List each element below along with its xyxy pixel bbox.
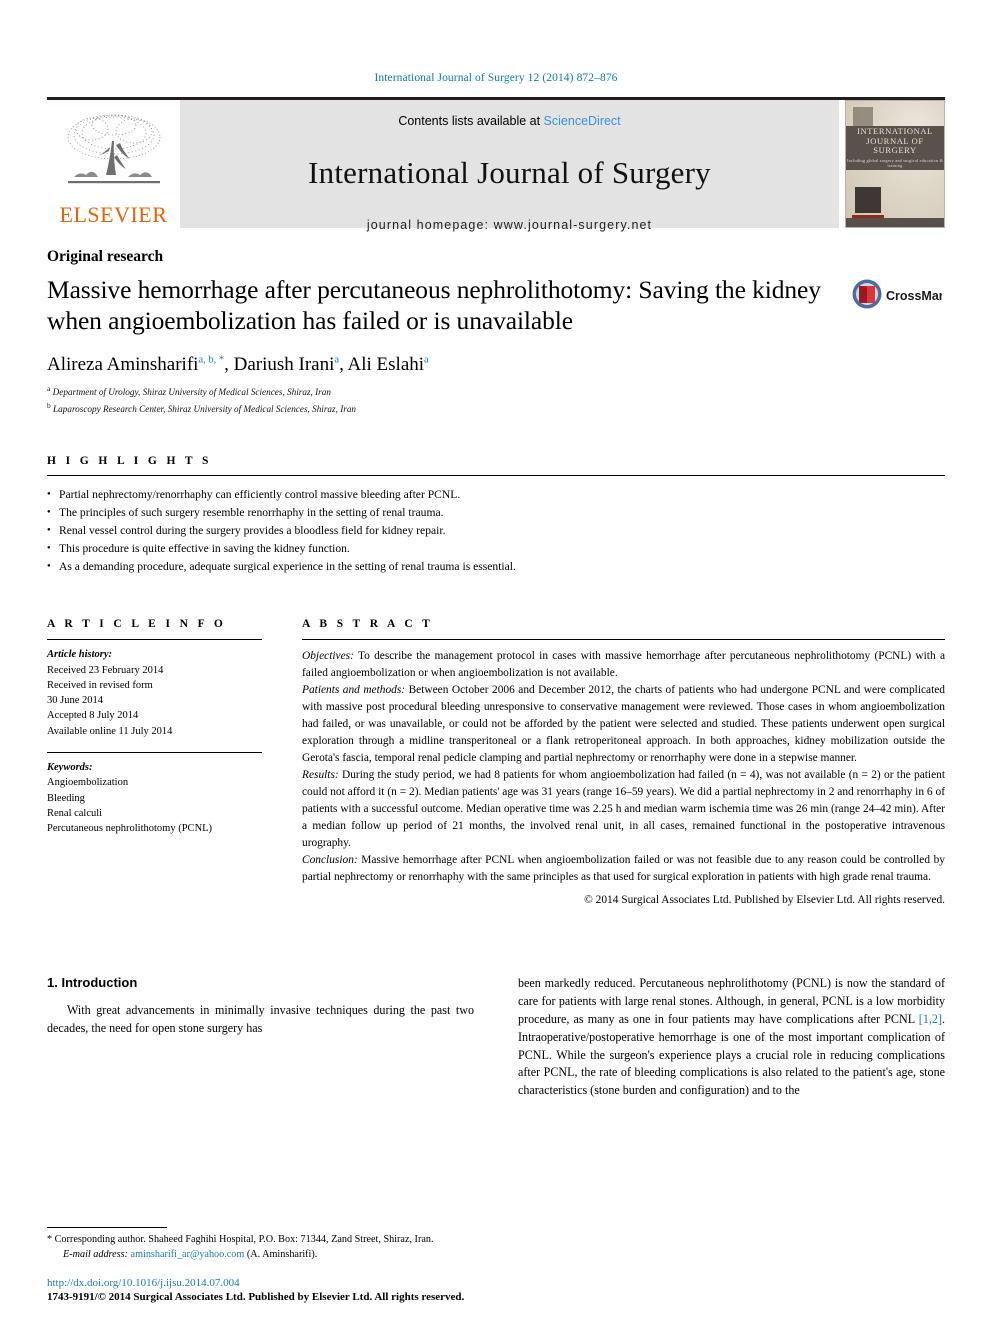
keywords-label: Keywords: (47, 762, 93, 774)
journal-title: International Journal of Surgery (308, 155, 711, 190)
abstract-body: Objectives: To describe the management p… (302, 640, 945, 909)
body-column-right: been markedly reduced. Percutaneous neph… (518, 975, 945, 1100)
list-item: Partial nephrectomy/renorrhaphy can effi… (47, 486, 945, 504)
contents-available-line: Contents lists available at ScienceDirec… (398, 114, 620, 128)
abstract-section-methods: Patients and methods: Between October 20… (302, 682, 945, 767)
email-link[interactable]: aminsharifi_ar@yahoo.com (131, 1249, 245, 1260)
list-item: This procedure is quite effective in sav… (47, 540, 945, 558)
running-head: International Journal of Surgery 12 (201… (374, 72, 618, 84)
elsevier-tree-icon (67, 114, 160, 184)
highlights-heading: H I G H L I G H T S (47, 454, 212, 467)
intro-paragraph-right: been markedly reduced. Percutaneous neph… (518, 975, 945, 1100)
article-info-heading: A R T I C L E I N F O (47, 618, 227, 631)
body-columns: 1. Introduction With great advancements … (47, 975, 945, 1100)
email-label: E-mail address: (63, 1249, 128, 1261)
journal-banner: ELSEVIER Contents lists available at Sci… (47, 97, 945, 232)
abstract-section-results: Results: During the study period, we had… (302, 767, 945, 852)
affiliation-0-text: Department of Urology, Shiraz University… (52, 387, 331, 398)
highlights-section: H I G H L I G H T S Partial nephrectomy/… (47, 455, 945, 576)
abstract-text-objectives: To describe the management protocol in c… (302, 650, 945, 680)
affiliation-1-mark: b (47, 401, 51, 411)
article-history-item: 30 June 2014 (47, 695, 103, 707)
author-0-name: Alireza Aminsharifi (47, 353, 199, 375)
author-2-marks[interactable]: a (424, 354, 429, 365)
abstract-copyright: © 2014 Surgical Associates Ltd. Publishe… (584, 893, 945, 906)
list-item: The principles of such surgery resemble … (47, 504, 945, 522)
doi-link[interactable]: http://dx.doi.org/10.1016/j.ijsu.2014.07… (47, 1276, 507, 1290)
affiliation-0-mark: a (47, 384, 51, 394)
journal-cover-thumbnail[interactable]: INTERNATIONAL JOURNAL OF SURGERY Includi… (845, 100, 945, 228)
abstract-text-results: During the study period, we had 8 patien… (302, 769, 945, 849)
list-item: Renal vessel control during the surgery … (47, 522, 945, 540)
cover-title-band: INTERNATIONAL JOURNAL OF SURGERY Includi… (846, 126, 944, 170)
author-0-marks[interactable]: a, b, * (198, 354, 224, 365)
keyword-item: Percutaneous nephrolithotomy (PCNL) (47, 823, 213, 835)
sciencedirect-link[interactable]: ScienceDirect (544, 114, 621, 128)
crossmark-badge[interactable]: CrossMark (849, 275, 945, 311)
elsevier-logo[interactable]: ELSEVIER (47, 100, 180, 228)
article-history-label: Article history: (47, 649, 113, 661)
section-heading-introduction: 1. Introduction (47, 974, 138, 990)
keyword-item: Angioembolization (47, 777, 129, 789)
journal-homepage-link[interactable]: journal homepage: www.journal-surgery.ne… (367, 218, 652, 232)
footnote-block: * Corresponding author. Shaheed Faghihi … (47, 1227, 467, 1263)
footnote-rule (47, 1227, 167, 1229)
cover-crest-icon (855, 187, 881, 213)
abstract-label-conclusion: Conclusion: (302, 853, 358, 866)
banner-center: Contents lists available at ScienceDirec… (180, 100, 839, 232)
article-history-item: Received in revised form (47, 679, 153, 691)
cover-subtitle: Including global surgery and surgical ed… (846, 158, 944, 169)
corresponding-author-note: * Corresponding author. Shaheed Faghihi … (47, 1234, 434, 1246)
highlights-list: Partial nephrectomy/renorrhaphy can effi… (47, 476, 945, 576)
article-type: Original research (47, 248, 164, 265)
info-abstract-block: A R T I C L E I N F O Article history: R… (47, 618, 945, 909)
abstract-heading: A B S T R A C T (302, 618, 434, 631)
abstract-label-objectives: Objectives: (302, 650, 354, 663)
abstract-label-methods: Patients and methods: (302, 684, 406, 697)
abstract-column: A B S T R A C T Objectives: To describe … (302, 618, 945, 909)
article-page: International Journal of Surgery 12 (201… (0, 0, 992, 1323)
keyword-item: Renal calculi (47, 808, 103, 820)
title-row: Massive hemorrhage after percutaneous ne… (47, 275, 945, 337)
cover-footer-bar (846, 218, 944, 227)
article-history-item: Available online 11 July 2014 (47, 725, 173, 737)
keyword-item: Bleeding (47, 792, 85, 804)
affiliations: a Department of Urology, Shiraz Universi… (47, 383, 945, 416)
article-history: Article history: Received 23 February 20… (47, 640, 262, 739)
body-column-left: 1. Introduction With great advancements … (47, 975, 474, 1100)
author-list: Alireza Aminsharifia, b, *, Dariush Iran… (47, 353, 429, 375)
svg-text:CrossMark: CrossMark (886, 289, 942, 303)
cover-publisher-mark (853, 107, 873, 127)
email-owner: (A. Aminsharifi). (246, 1249, 318, 1261)
crossmark-icon: CrossMark (852, 279, 942, 309)
keywords-group: Keywords: Angioembolization Bleeding Ren… (47, 753, 262, 837)
contents-prefix: Contents lists available at (398, 114, 544, 128)
citation-link[interactable]: [1,2] (919, 1012, 942, 1026)
email-note: E-mail address: aminsharifi_ar@yahoo.com… (47, 1248, 467, 1263)
article-history-item: Accepted 8 July 2014 (47, 710, 139, 722)
list-item: As a demanding procedure, adequate surgi… (47, 558, 945, 576)
elsevier-wordmark: ELSEVIER (59, 202, 168, 227)
intro-paragraph-left: With great advancements in minimally inv… (47, 1002, 474, 1035)
abstract-section-objectives: Objectives: To describe the management p… (302, 648, 945, 682)
intro-right-part1: been markedly reduced. Percutaneous neph… (518, 975, 945, 1026)
abstract-label-results: Results: (302, 769, 339, 782)
author-1-name: Dariush Irani (233, 353, 335, 375)
affiliation-1: b Laparoscopy Research Center, Shiraz Un… (47, 400, 945, 417)
affiliation-1-text: Laparoscopy Research Center, Shiraz Univ… (53, 404, 357, 415)
abstract-text-conclusion: Massive hemorrhage after PCNL when angio… (302, 853, 945, 883)
cover-title-line2: JOURNAL OF SURGERY (866, 135, 924, 156)
affiliation-0: a Department of Urology, Shiraz Universi… (47, 383, 945, 400)
issn-copyright-line: 1743-9191/© 2014 Surgical Associates Ltd… (47, 1291, 465, 1304)
article-history-item: Received 23 February 2014 (47, 664, 164, 676)
bottom-block: http://dx.doi.org/10.1016/j.ijsu.2014.07… (47, 1276, 507, 1305)
article-info-column: A R T I C L E I N F O Article history: R… (47, 618, 302, 837)
page-title: Massive hemorrhage after percutaneous ne… (47, 275, 821, 335)
abstract-section-conclusion: Conclusion: Massive hemorrhage after PCN… (302, 852, 945, 886)
author-2-name: Ali Eslahi (347, 353, 425, 375)
author-1-marks[interactable]: a (334, 354, 339, 365)
